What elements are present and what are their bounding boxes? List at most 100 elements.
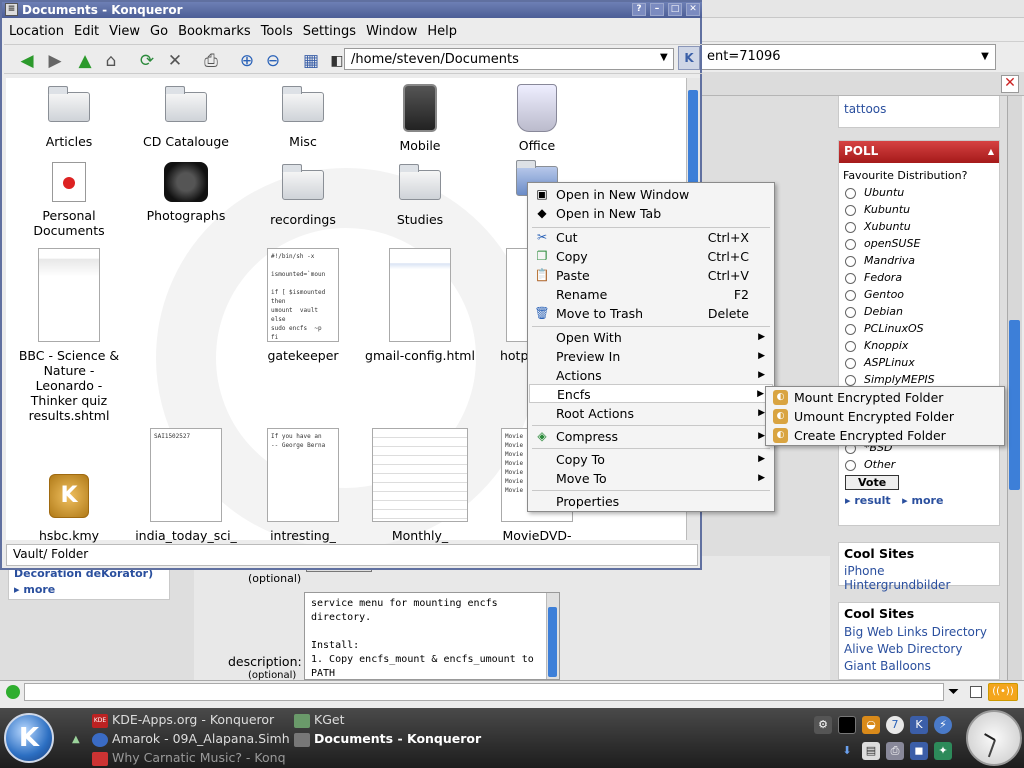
menu-item-move-to[interactable]: Move To ▶ [529, 469, 773, 488]
task-carnatic[interactable]: Why Carnatic Music? - Konq [92, 749, 286, 767]
result-link[interactable]: ▸ result [845, 494, 891, 507]
menu-item-open-with[interactable]: Open With ▶ [529, 328, 773, 347]
menu-item-copy-to[interactable]: Copy To ▶ [529, 450, 773, 469]
poll-option[interactable]: ASPLinux [839, 354, 999, 371]
zoom-out-icon[interactable]: ⊖ [262, 50, 284, 72]
chevron-down-icon[interactable]: ▼ [660, 52, 668, 63]
menu-item-move-to-trash[interactable]: 🗑 Move to Trash Delete [529, 304, 773, 323]
vote-button[interactable]: Vote [845, 475, 900, 490]
menu-window[interactable]: Window [361, 24, 422, 39]
folder-item[interactable]: Studies [365, 164, 475, 227]
radio-button[interactable] [845, 204, 856, 216]
rss-icon[interactable]: ((•)) [988, 683, 1018, 701]
poll-option[interactable]: Knoppix [839, 337, 999, 354]
menu-help[interactable]: Help [422, 24, 462, 39]
menu-item-root-actions[interactable]: Root Actions ▶ [529, 404, 773, 423]
textarea-scroll-thumb[interactable] [548, 607, 557, 677]
background-location-field[interactable]: ent=71096 [700, 44, 996, 70]
textarea-scrollbar[interactable] [546, 593, 559, 679]
printer-icon[interactable]: ⎙ [886, 742, 904, 760]
folder-item[interactable]: Personal Documents [14, 162, 124, 238]
radio-button[interactable] [845, 255, 856, 267]
menu-item-encfs[interactable]: Encfs ▶ [529, 384, 773, 403]
folder-item[interactable]: Misc [248, 86, 358, 149]
collapse-icon[interactable]: ▲ [988, 144, 994, 160]
folder-item[interactable]: CD Catalouge [131, 86, 241, 149]
updates-icon[interactable]: 7 [886, 716, 904, 734]
task-documents-active[interactable]: Documents - Konqueror [294, 730, 481, 748]
chevron-down-icon[interactable]: ▼ [978, 48, 992, 66]
menu-view[interactable]: View [104, 24, 145, 39]
radio-button[interactable] [845, 306, 856, 318]
task-kget[interactable]: KGet [294, 711, 344, 729]
checkbox[interactable] [970, 686, 982, 698]
page-scroll-thumb[interactable] [1009, 320, 1020, 490]
cool-site-link[interactable]: Giant Balloons [839, 658, 999, 675]
analog-clock[interactable] [966, 710, 1022, 766]
chevron-up-icon[interactable]: ▲ [72, 734, 80, 745]
network-icon[interactable]: ⚙ [814, 716, 832, 734]
folder-item[interactable]: Mobile [365, 84, 475, 153]
menu-settings[interactable]: Settings [298, 24, 361, 39]
menu-item-cut[interactable]: ✂ Cut Ctrl+X [529, 228, 773, 247]
kde-icon[interactable]: K [910, 716, 928, 734]
poll-option[interactable]: Ubuntu [839, 184, 999, 201]
folder-item[interactable]: Articles [14, 86, 124, 149]
window-menu-icon[interactable]: ≡ [5, 3, 18, 16]
menu-item-open-new-tab[interactable]: ◆ Open in New Tab [529, 204, 773, 223]
radio-button[interactable] [845, 374, 856, 386]
folder-item[interactable]: Photographs [131, 162, 241, 223]
zoom-in-icon[interactable]: ⊕ [236, 50, 258, 72]
cool-site-link[interactable]: iPhone Hintergrundbilder [839, 564, 999, 592]
view-mode-icon[interactable]: ▦ [300, 50, 322, 72]
monitor-icon[interactable] [838, 716, 856, 734]
menu-item-rename[interactable]: Rename F2 [529, 285, 773, 304]
menu-item-copy[interactable]: ❐ Copy Ctrl+C [529, 247, 773, 266]
reload-icon[interactable]: ⟳ [136, 50, 158, 72]
file-item[interactable]: If you have an -- George Berna intresting… [248, 428, 358, 543]
filter-icon[interactable]: ⏷ [948, 684, 959, 700]
menu-item-compress[interactable]: ◈ Compress ▶ [529, 427, 773, 446]
radio-button[interactable] [845, 221, 856, 233]
poll-option[interactable]: Debian [839, 303, 999, 320]
menu-edit[interactable]: Edit [69, 24, 104, 39]
poll-option[interactable]: PCLinuxOS [839, 320, 999, 337]
radio-button[interactable] [845, 340, 856, 352]
sidebar-link[interactable]: tattoos [844, 102, 886, 116]
file-item[interactable]: SAI1502527 india_today_sci_ [131, 428, 241, 543]
help-icon[interactable]: ? [632, 3, 646, 16]
folder-item[interactable]: recordings [248, 164, 358, 227]
poll-option[interactable]: Xubuntu [839, 218, 999, 235]
menu-item-paste[interactable]: 📋 Paste Ctrl+V [529, 266, 773, 285]
find-bar[interactable] [24, 683, 944, 701]
forward-icon[interactable]: ▶ [44, 50, 66, 72]
task-kde-apps[interactable]: KDE KDE-Apps.org - Konqueror [92, 711, 274, 729]
menu-go[interactable]: Go [145, 24, 173, 39]
cool-site-link[interactable]: Alive Web Directory [839, 641, 999, 658]
wallet-icon[interactable]: ◼ [910, 742, 928, 760]
radio-button[interactable] [845, 272, 856, 284]
task-amarok[interactable]: Amarok - 09A_Alapana.Simh [92, 730, 290, 748]
file-item[interactable]: #!/bin/sh -x ismounted=`moun if [ $ismou… [248, 248, 358, 363]
poll-option[interactable]: Other [839, 456, 999, 473]
poll-option[interactable]: openSUSE [839, 235, 999, 252]
cool-site-link[interactable]: Big Web Links Directory [839, 624, 999, 641]
menu-item-umount-encrypted[interactable]: ◐ Umount Encrypted Folder [768, 407, 1004, 426]
poll-option[interactable]: Mandriva [839, 252, 999, 269]
menu-item-properties[interactable]: Properties [529, 492, 773, 511]
clipboard-icon[interactable]: ▤ [862, 742, 880, 760]
radio-button[interactable] [845, 238, 856, 250]
menu-location[interactable]: Location [4, 24, 69, 39]
poll-option[interactable]: Fedora [839, 269, 999, 286]
description-textarea[interactable]: service menu for mounting encfs director… [304, 592, 560, 680]
location-field[interactable]: /home/steven/Documents [344, 48, 674, 70]
menu-item-preview-in[interactable]: Preview In ▶ [529, 347, 773, 366]
file-item[interactable]: gmail-config.html [365, 248, 475, 363]
network-manager-icon[interactable]: ✦ [934, 742, 952, 760]
file-item[interactable]: BBC - Science & Nature - Leonardo - Thin… [14, 248, 124, 423]
file-item[interactable]: Khsbc.kmy [14, 474, 124, 543]
radio-button[interactable] [845, 357, 856, 369]
back-icon[interactable]: ◀ [16, 50, 38, 72]
window-titlebar[interactable]: ≡ Documents - Konqueror ? – □ ✕ [2, 2, 702, 18]
minimize-icon[interactable]: – [650, 3, 664, 16]
